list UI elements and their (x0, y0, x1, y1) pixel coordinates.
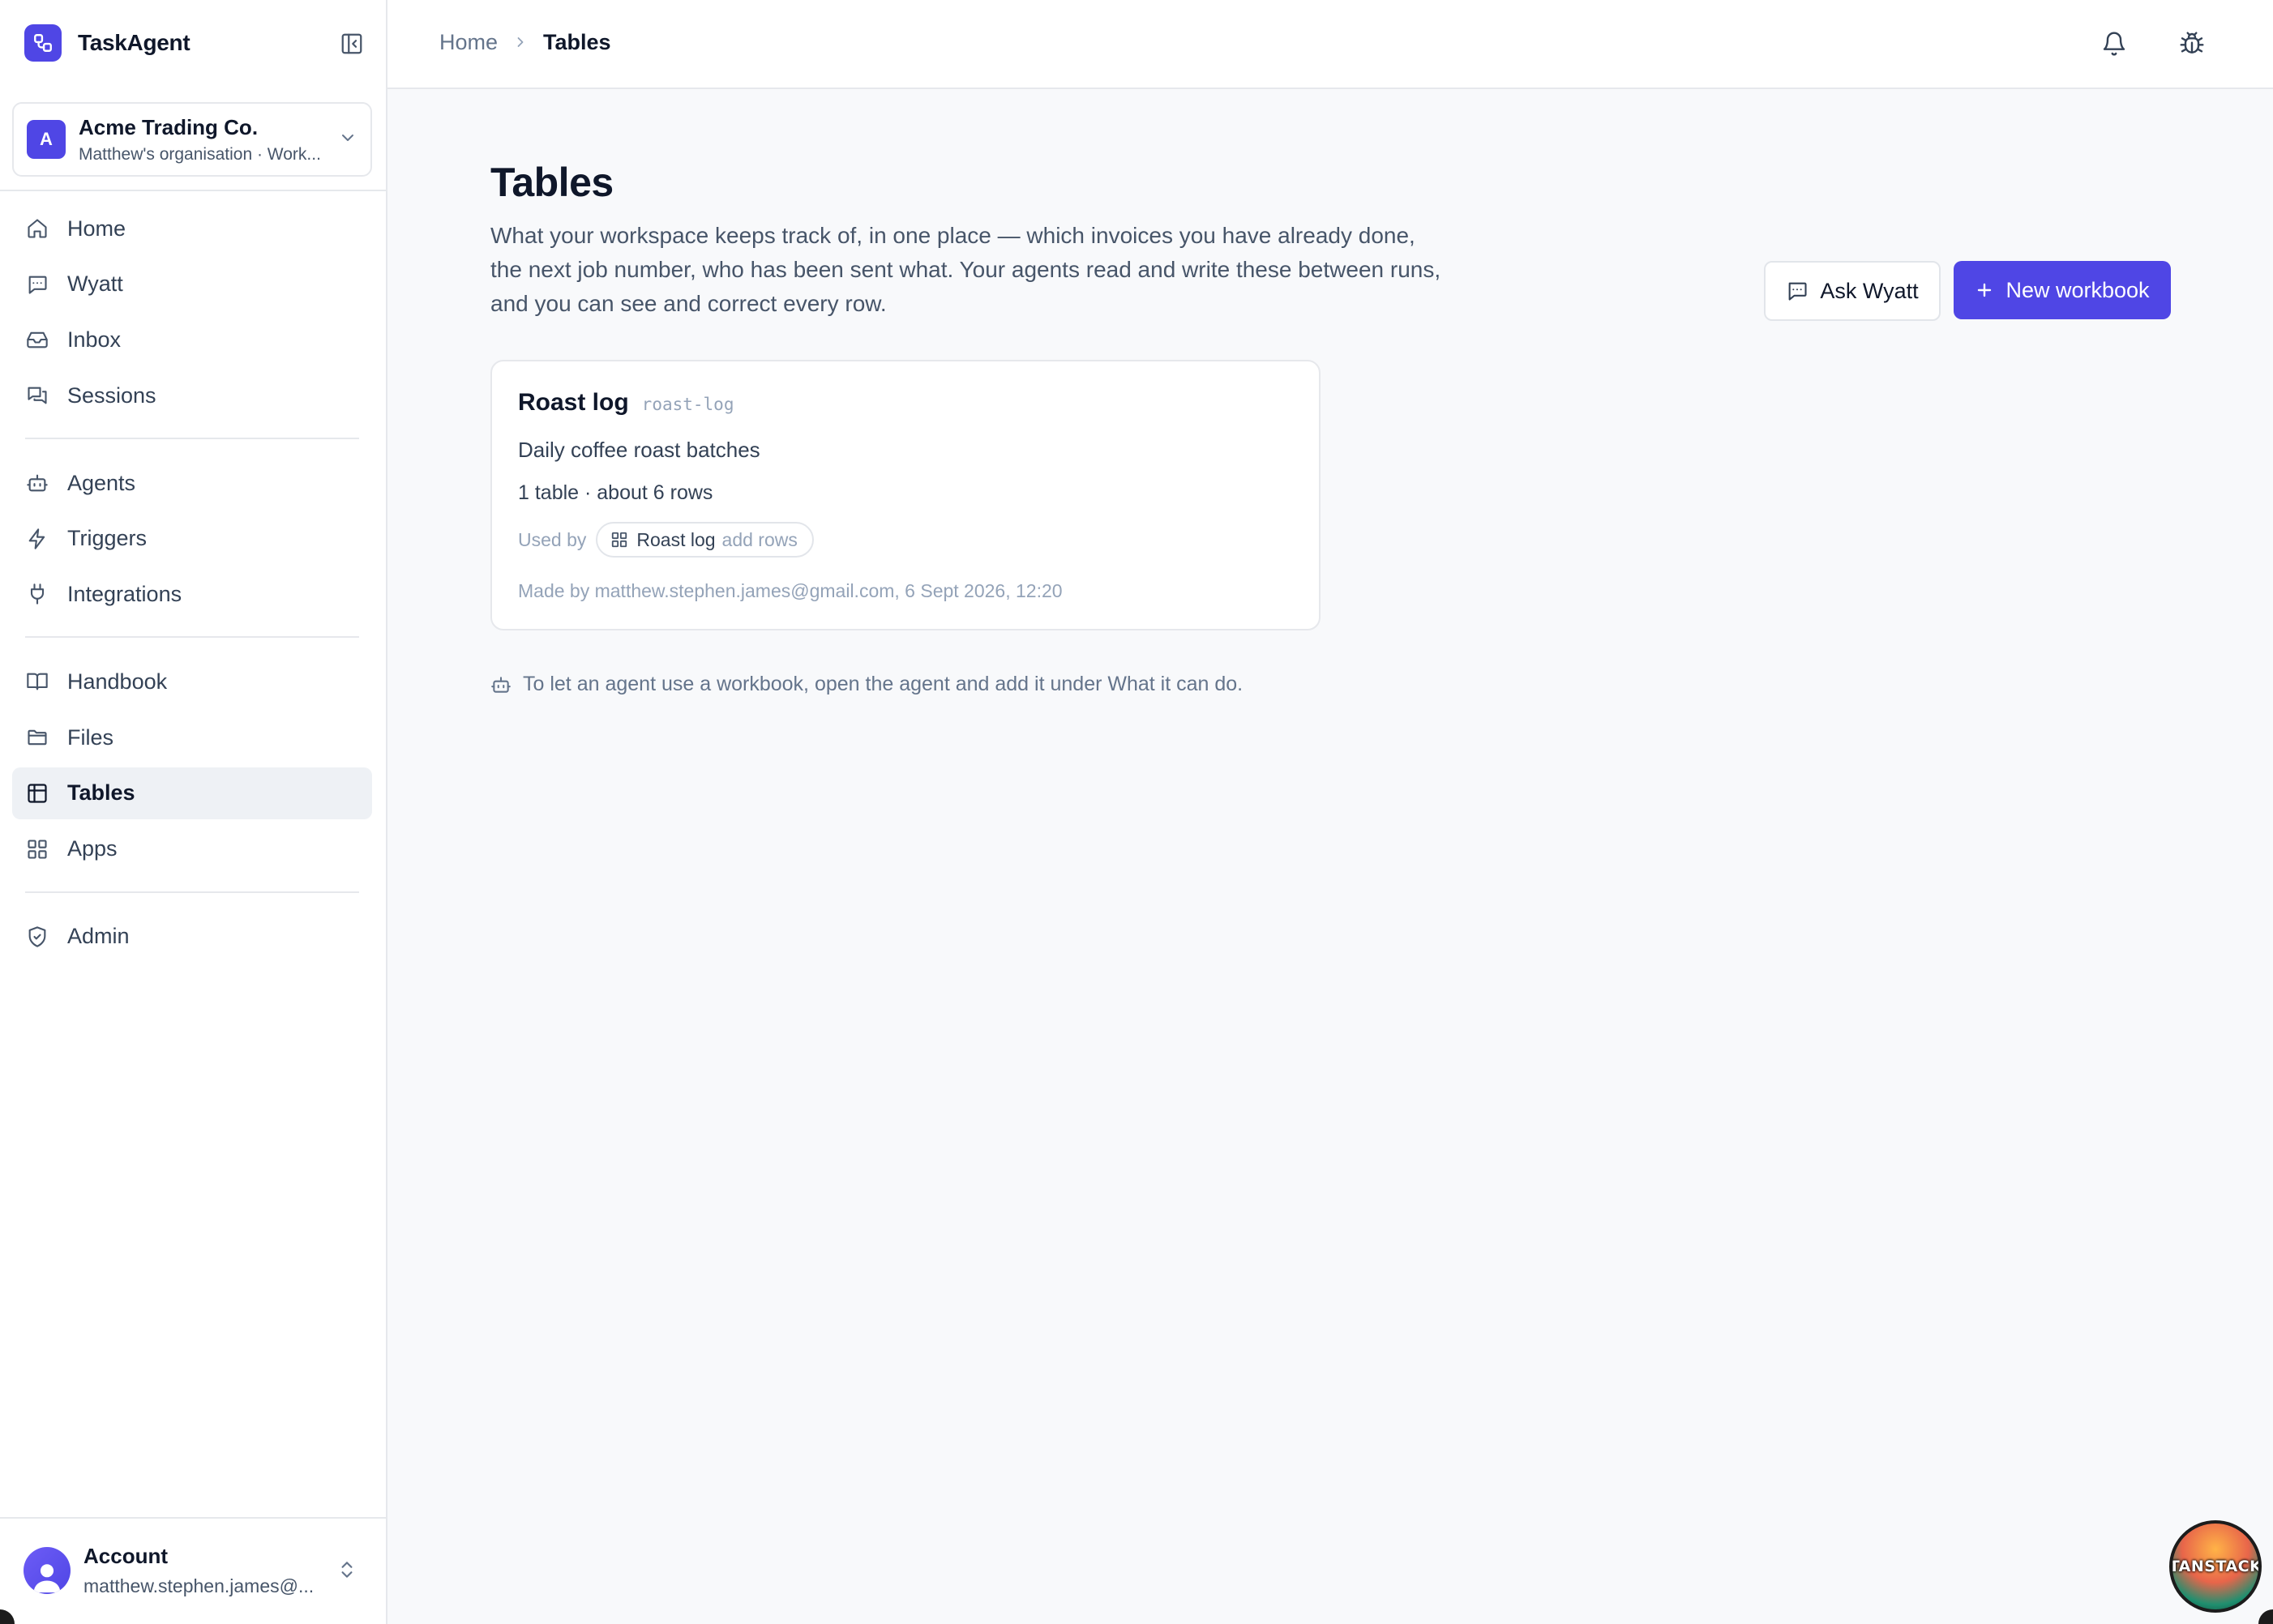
org-avatar: A (27, 120, 66, 159)
workbook-slug: roast-log (641, 395, 734, 414)
sessions-icon (25, 383, 49, 408)
shield-icon (25, 925, 49, 949)
sidebar-item-label: Triggers (67, 526, 148, 551)
account-name: Account (83, 1544, 168, 1568)
bug-icon[interactable] (2176, 28, 2208, 60)
hint-text: To let an agent use a workbook, open the… (523, 673, 1244, 695)
workbook-made-by: Made by matthew.stephen.james@gmail.com,… (518, 580, 1063, 601)
org-switcher[interactable]: A Acme Trading Co. Matthew's organisatio… (12, 102, 372, 177)
used-by-label: Used by (518, 528, 587, 550)
grid-icon (25, 837, 49, 861)
sidebar-item-label: Inbox (67, 327, 122, 352)
plug-icon (25, 582, 49, 606)
home-icon (25, 216, 49, 241)
breadcrumb: Home Tables (439, 28, 611, 57)
app-logo-icon[interactable] (24, 24, 62, 62)
sidebar-item-files[interactable]: Files (12, 712, 372, 763)
sidebar-item-label: Apps (67, 836, 118, 861)
chat-icon (25, 272, 49, 297)
breadcrumb-current: Tables (543, 29, 611, 54)
sidebar-item-label: Wyatt (67, 271, 123, 297)
chat-icon (1788, 282, 1807, 301)
robot-icon (491, 676, 511, 693)
chevron-up-down-icon (336, 1558, 357, 1582)
workbook-card[interactable]: Roast log roast-log Daily coffee roast b… (490, 360, 1321, 630)
sidebar-item-apps[interactable]: Apps (12, 823, 372, 875)
sidebar-item-label: Tables (67, 780, 135, 806)
sidebar-item-agents[interactable]: Agents (12, 457, 372, 509)
book-icon (25, 669, 49, 694)
account-email: matthew.stephen.james@... (83, 1575, 315, 1596)
page-description: What your workspace keeps track of, in o… (490, 223, 1441, 316)
new-workbook-label: New workbook (2005, 277, 2150, 302)
folder-icon (25, 725, 49, 750)
new-workbook-button[interactable]: New workbook (1954, 261, 2171, 319)
sidebar-item-sessions[interactable]: Sessions (12, 370, 372, 421)
collapse-sidebar-icon[interactable] (339, 31, 365, 57)
sidebar-item-label: Admin (67, 924, 130, 948)
sidebar-item-label: Sessions (67, 382, 156, 408)
account-divider (0, 1517, 387, 1519)
used-by-permission: add rows (721, 528, 798, 550)
avatar (24, 1547, 71, 1594)
sidebar-item-label: Home (67, 216, 126, 241)
account-menu[interactable]: Account matthew.stephen.james@... (12, 1530, 372, 1611)
workbook-meta: 1 table · about 6 rows (518, 481, 713, 504)
sidebar-item-label: Handbook (67, 669, 168, 694)
devtools-toggle-button[interactable]: TANSTACK (2169, 1520, 2262, 1613)
bell-icon[interactable] (2098, 28, 2130, 60)
sidebar-item-handbook[interactable]: Handbook (12, 656, 372, 707)
sidebar-item-inbox[interactable]: Inbox (12, 314, 372, 365)
workbook-title: Roast log (518, 389, 629, 416)
inbox-icon (25, 327, 49, 352)
sidebar-item-label: Files (67, 724, 114, 750)
page-title: Tables (490, 160, 614, 205)
grid-icon (612, 532, 627, 548)
brand: TaskAgent (24, 24, 365, 62)
used-by-row: Used by Roast log add rows (518, 522, 814, 558)
nav-divider (25, 636, 359, 639)
sidebar-divider (0, 190, 387, 191)
table-icon (25, 781, 49, 806)
sidebar-item-wyatt[interactable]: Wyatt (12, 259, 372, 310)
ask-wyatt-label: Ask Wyatt (1820, 278, 1919, 303)
sidebar-nav: Home Wyatt Inbox Sessions Agents Trigger… (12, 203, 372, 966)
used-by-name: Roast log (636, 528, 716, 550)
topbar: Home Tables (387, 0, 2273, 89)
sidebar-item-triggers[interactable]: Triggers (12, 513, 372, 565)
app-name: TaskAgent (78, 30, 190, 55)
workbook-hint: To let an agent use a workbook, open the… (490, 673, 1243, 696)
sidebar-item-label: Agents (67, 470, 136, 495)
nav-divider (25, 891, 359, 893)
ask-wyatt-button[interactable]: Ask Wyatt (1764, 261, 1941, 321)
sidebar-item-admin[interactable]: Admin (12, 911, 372, 963)
breadcrumb-home-link[interactable]: Home (439, 30, 498, 55)
used-by-chip[interactable]: Roast log add rows (596, 522, 814, 558)
org-subtitle: Matthew's organisation · Work... (79, 144, 321, 164)
workbook-description: Daily coffee roast batches (518, 438, 760, 462)
chevron-right-icon (512, 34, 529, 50)
chevron-down-icon (338, 128, 357, 147)
robot-icon (25, 471, 49, 495)
sidebar-item-label: Integrations (67, 581, 182, 606)
sidebar-item-integrations[interactable]: Integrations (12, 568, 372, 620)
sidebar-item-home[interactable]: Home (12, 203, 372, 254)
org-name: Acme Trading Co. (79, 114, 259, 139)
nav-divider (25, 438, 359, 440)
devtools-label: TANSTACK (2169, 1558, 2262, 1575)
window-corner (2258, 1609, 2273, 1624)
sidebar-item-tables[interactable]: Tables (12, 767, 372, 819)
plus-icon (1978, 283, 1992, 297)
sidebar: TaskAgent A Acme Trading Co. Matthew's o… (0, 0, 387, 1624)
bolt-icon (25, 527, 49, 551)
